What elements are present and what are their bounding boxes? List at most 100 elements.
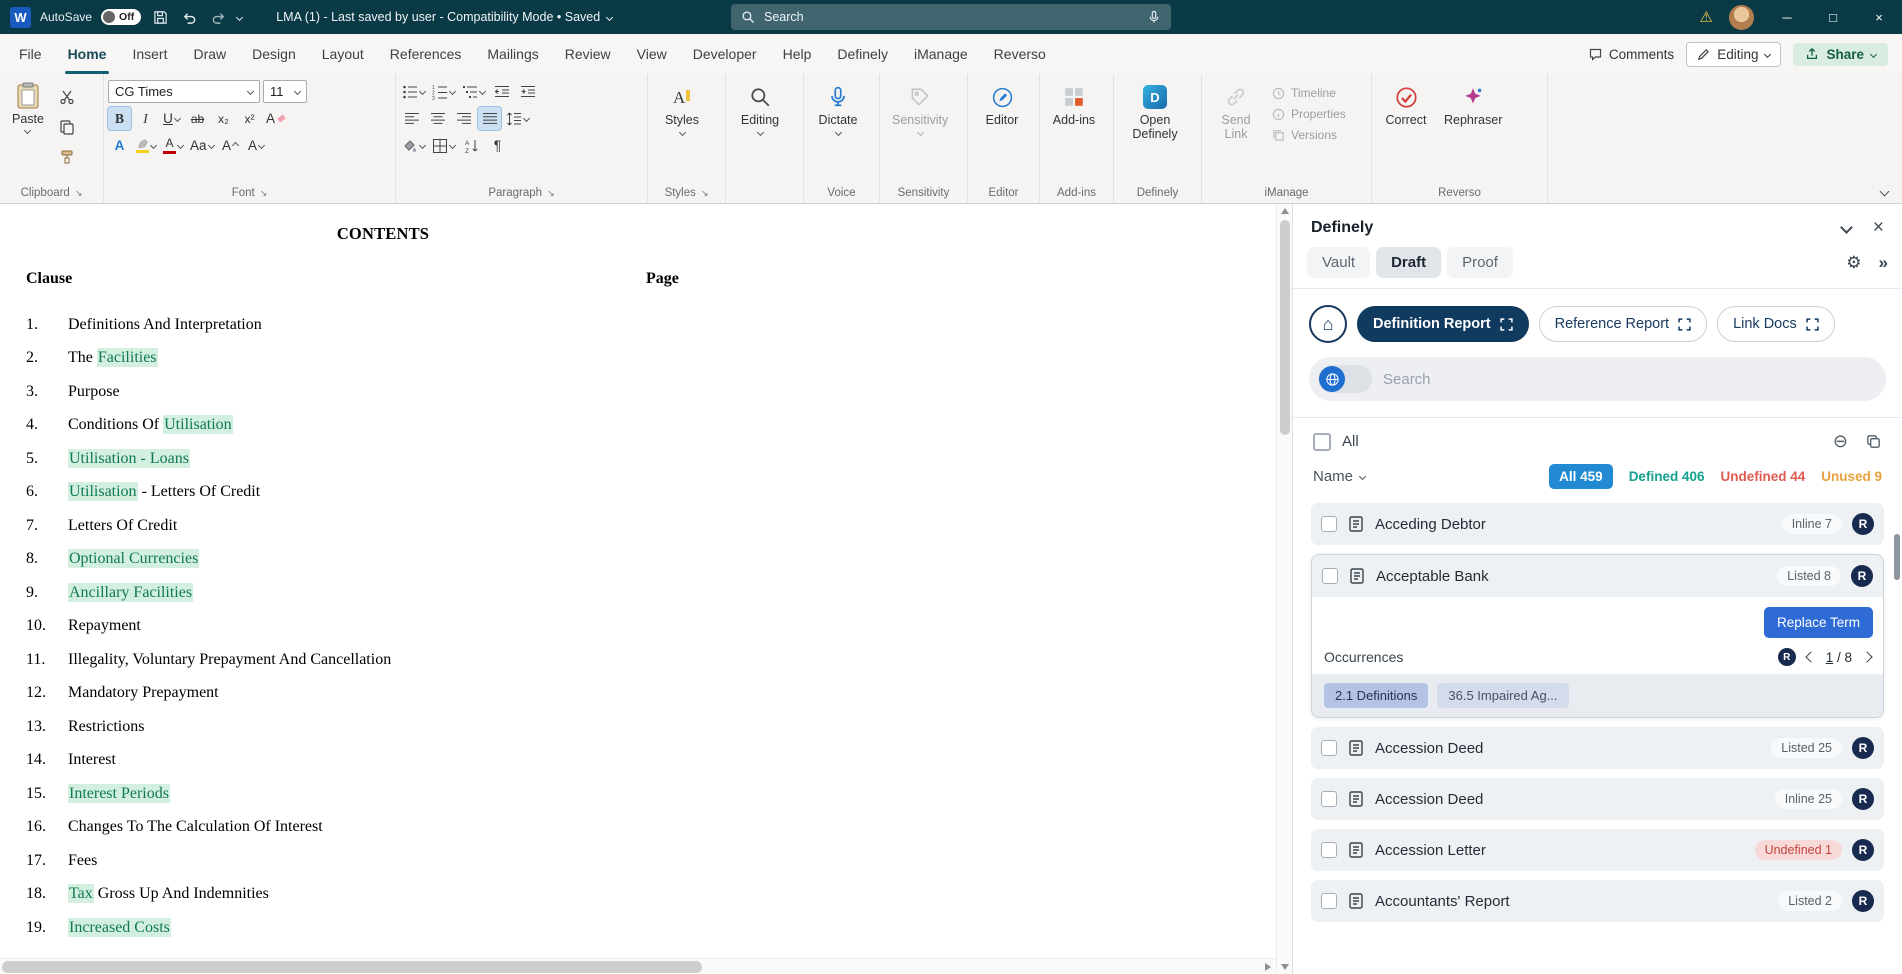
scroll-up-arrow-icon[interactable] — [1281, 208, 1289, 214]
tab-vault[interactable]: Vault — [1307, 247, 1370, 278]
italic-button[interactable]: I — [134, 107, 157, 130]
defined-term-highlight[interactable]: Utilisation — [163, 415, 233, 434]
home-button[interactable]: ⌂ — [1309, 305, 1347, 343]
quick-access-chevron-icon[interactable] — [236, 13, 243, 20]
paste-button[interactable]: Paste — [4, 77, 52, 133]
select-all-checkbox[interactable] — [1313, 433, 1331, 451]
font-size-combo[interactable]: 11 — [263, 80, 307, 103]
occurrence-chip[interactable]: 36.5 Impaired Ag... — [1437, 683, 1568, 708]
ribbon-tab-review[interactable]: Review — [552, 34, 624, 74]
horizontal-scrollbar-thumb[interactable] — [2, 961, 702, 973]
titlebar-search[interactable]: Search — [731, 4, 1171, 30]
editing-mode-button[interactable]: Editing — [1686, 42, 1781, 67]
ribbon-tab-view[interactable]: View — [624, 34, 680, 74]
defined-term-highlight[interactable]: Interest Periods — [68, 784, 170, 803]
user-avatar[interactable] — [1729, 5, 1754, 30]
clear-formatting-button[interactable]: A — [264, 107, 287, 130]
font-name-combo[interactable]: CG Times — [108, 80, 260, 103]
definely-logo-icon[interactable]: R — [1851, 565, 1873, 587]
term-checkbox[interactable] — [1321, 842, 1337, 858]
sort-dropdown[interactable]: Name — [1313, 468, 1365, 485]
rephraser-button[interactable]: Rephraser — [1436, 77, 1510, 127]
ribbon-tab-imanage[interactable]: iManage — [901, 34, 981, 74]
defined-term-highlight[interactable]: Facilities — [97, 348, 158, 367]
term-row[interactable]: Acceding DebtorInline 7R — [1311, 503, 1884, 545]
strikethrough-button[interactable]: ab — [186, 107, 209, 130]
decrease-indent-button[interactable] — [490, 80, 513, 103]
vertical-scrollbar-thumb[interactable] — [1280, 220, 1290, 435]
format-painter-icon[interactable] — [56, 145, 79, 168]
multilevel-list-button[interactable] — [460, 80, 487, 103]
borders-button[interactable] — [430, 134, 457, 157]
numbering-button[interactable]: 123 — [430, 80, 457, 103]
justify-button[interactable] — [478, 107, 501, 130]
term-checkbox[interactable] — [1321, 516, 1337, 532]
term-row[interactable]: Accession LetterUndefined 1R — [1311, 829, 1884, 871]
scroll-down-arrow-icon[interactable] — [1281, 964, 1289, 970]
ribbon-tab-design[interactable]: Design — [239, 34, 309, 74]
tab-draft[interactable]: Draft — [1376, 247, 1441, 278]
subscript-button[interactable]: x₂ — [212, 107, 235, 130]
save-icon[interactable] — [150, 7, 170, 27]
replace-term-button[interactable]: Replace Term — [1764, 607, 1873, 638]
reference-report-button[interactable]: Reference Report — [1539, 306, 1707, 342]
undo-icon[interactable] — [179, 7, 199, 27]
styles-dialog-launcher[interactable]: ↘ — [701, 188, 709, 199]
defined-term-highlight[interactable]: Increased Costs — [68, 918, 171, 937]
change-case-button[interactable]: Aa — [188, 134, 216, 157]
filter-defined[interactable]: Defined 406 — [1629, 469, 1705, 484]
panel-search[interactable]: Search — [1309, 357, 1886, 401]
panel-collapse-chevron-icon[interactable] — [1840, 221, 1853, 234]
font-color-button[interactable]: A — [161, 134, 185, 157]
collapse-all-icon[interactable]: ⊖ — [1833, 431, 1848, 452]
line-spacing-button[interactable] — [504, 107, 531, 130]
defined-term-highlight[interactable]: Tax — [68, 884, 94, 903]
ribbon-tab-home[interactable]: Home — [55, 34, 120, 74]
term-checkbox[interactable] — [1322, 568, 1338, 584]
definely-logo-icon[interactable]: R — [1852, 839, 1874, 861]
search-scope-toggle[interactable] — [1318, 365, 1372, 393]
mic-icon[interactable] — [1147, 10, 1161, 24]
maximize-button[interactable]: □ — [1810, 0, 1856, 34]
font-dialog-launcher[interactable]: ↘ — [260, 188, 268, 199]
next-occurrence-icon[interactable] — [1861, 651, 1872, 662]
link-docs-button[interactable]: Link Docs — [1717, 306, 1835, 342]
ribbon-tab-mailings[interactable]: Mailings — [474, 34, 551, 74]
ribbon-tab-file[interactable]: File — [6, 34, 55, 74]
redo-icon[interactable] — [208, 7, 228, 27]
addins-button[interactable]: Add-ins — [1044, 77, 1104, 127]
ribbon-tab-help[interactable]: Help — [770, 34, 825, 74]
definition-report-button[interactable]: Definition Report — [1357, 306, 1529, 342]
ribbon-tab-developer[interactable]: Developer — [680, 34, 770, 74]
sort-button[interactable]: AZ — [460, 134, 483, 157]
increase-indent-button[interactable] — [516, 80, 539, 103]
filter-undefined[interactable]: Undefined 44 — [1720, 469, 1805, 484]
defined-term-highlight[interactable]: Utilisation — [68, 482, 138, 501]
term-checkbox[interactable] — [1321, 740, 1337, 756]
expand-panel-double-chevron-icon[interactable]: » — [1879, 253, 1888, 273]
definely-logo-icon[interactable]: R — [1852, 890, 1874, 912]
editor-button[interactable]: Editor — [972, 77, 1032, 127]
dictate-button[interactable]: Dictate — [808, 77, 868, 135]
occurrence-chip[interactable]: 2.1 Definitions — [1324, 683, 1428, 708]
text-effects-button[interactable]: A — [108, 134, 131, 157]
filter-unused[interactable]: Unused 9 — [1821, 469, 1882, 484]
bold-button[interactable]: B — [108, 107, 131, 130]
filter-all[interactable]: All 459 — [1549, 464, 1613, 489]
minimize-button[interactable]: ─ — [1764, 0, 1810, 34]
ribbon-tab-references[interactable]: References — [377, 34, 475, 74]
paragraph-dialog-launcher[interactable]: ↘ — [547, 188, 555, 199]
settings-gear-icon[interactable]: ⚙ — [1846, 253, 1861, 273]
definely-logo-icon[interactable]: R — [1852, 513, 1874, 535]
term-row[interactable]: Acceptable BankListed 8R — [1312, 555, 1883, 597]
bullets-button[interactable] — [400, 80, 427, 103]
shading-button[interactable] — [400, 134, 427, 157]
definely-logo-icon[interactable]: R — [1852, 788, 1874, 810]
superscript-button[interactable]: x² — [238, 107, 261, 130]
show-paragraph-marks-button[interactable]: ¶ — [486, 134, 509, 157]
ribbon-tab-definely[interactable]: Definely — [824, 34, 901, 74]
term-checkbox[interactable] — [1321, 893, 1337, 909]
definely-logo-icon[interactable]: R — [1852, 737, 1874, 759]
copy-icon[interactable] — [56, 115, 79, 138]
clipboard-dialog-launcher[interactable]: ↘ — [75, 188, 83, 199]
